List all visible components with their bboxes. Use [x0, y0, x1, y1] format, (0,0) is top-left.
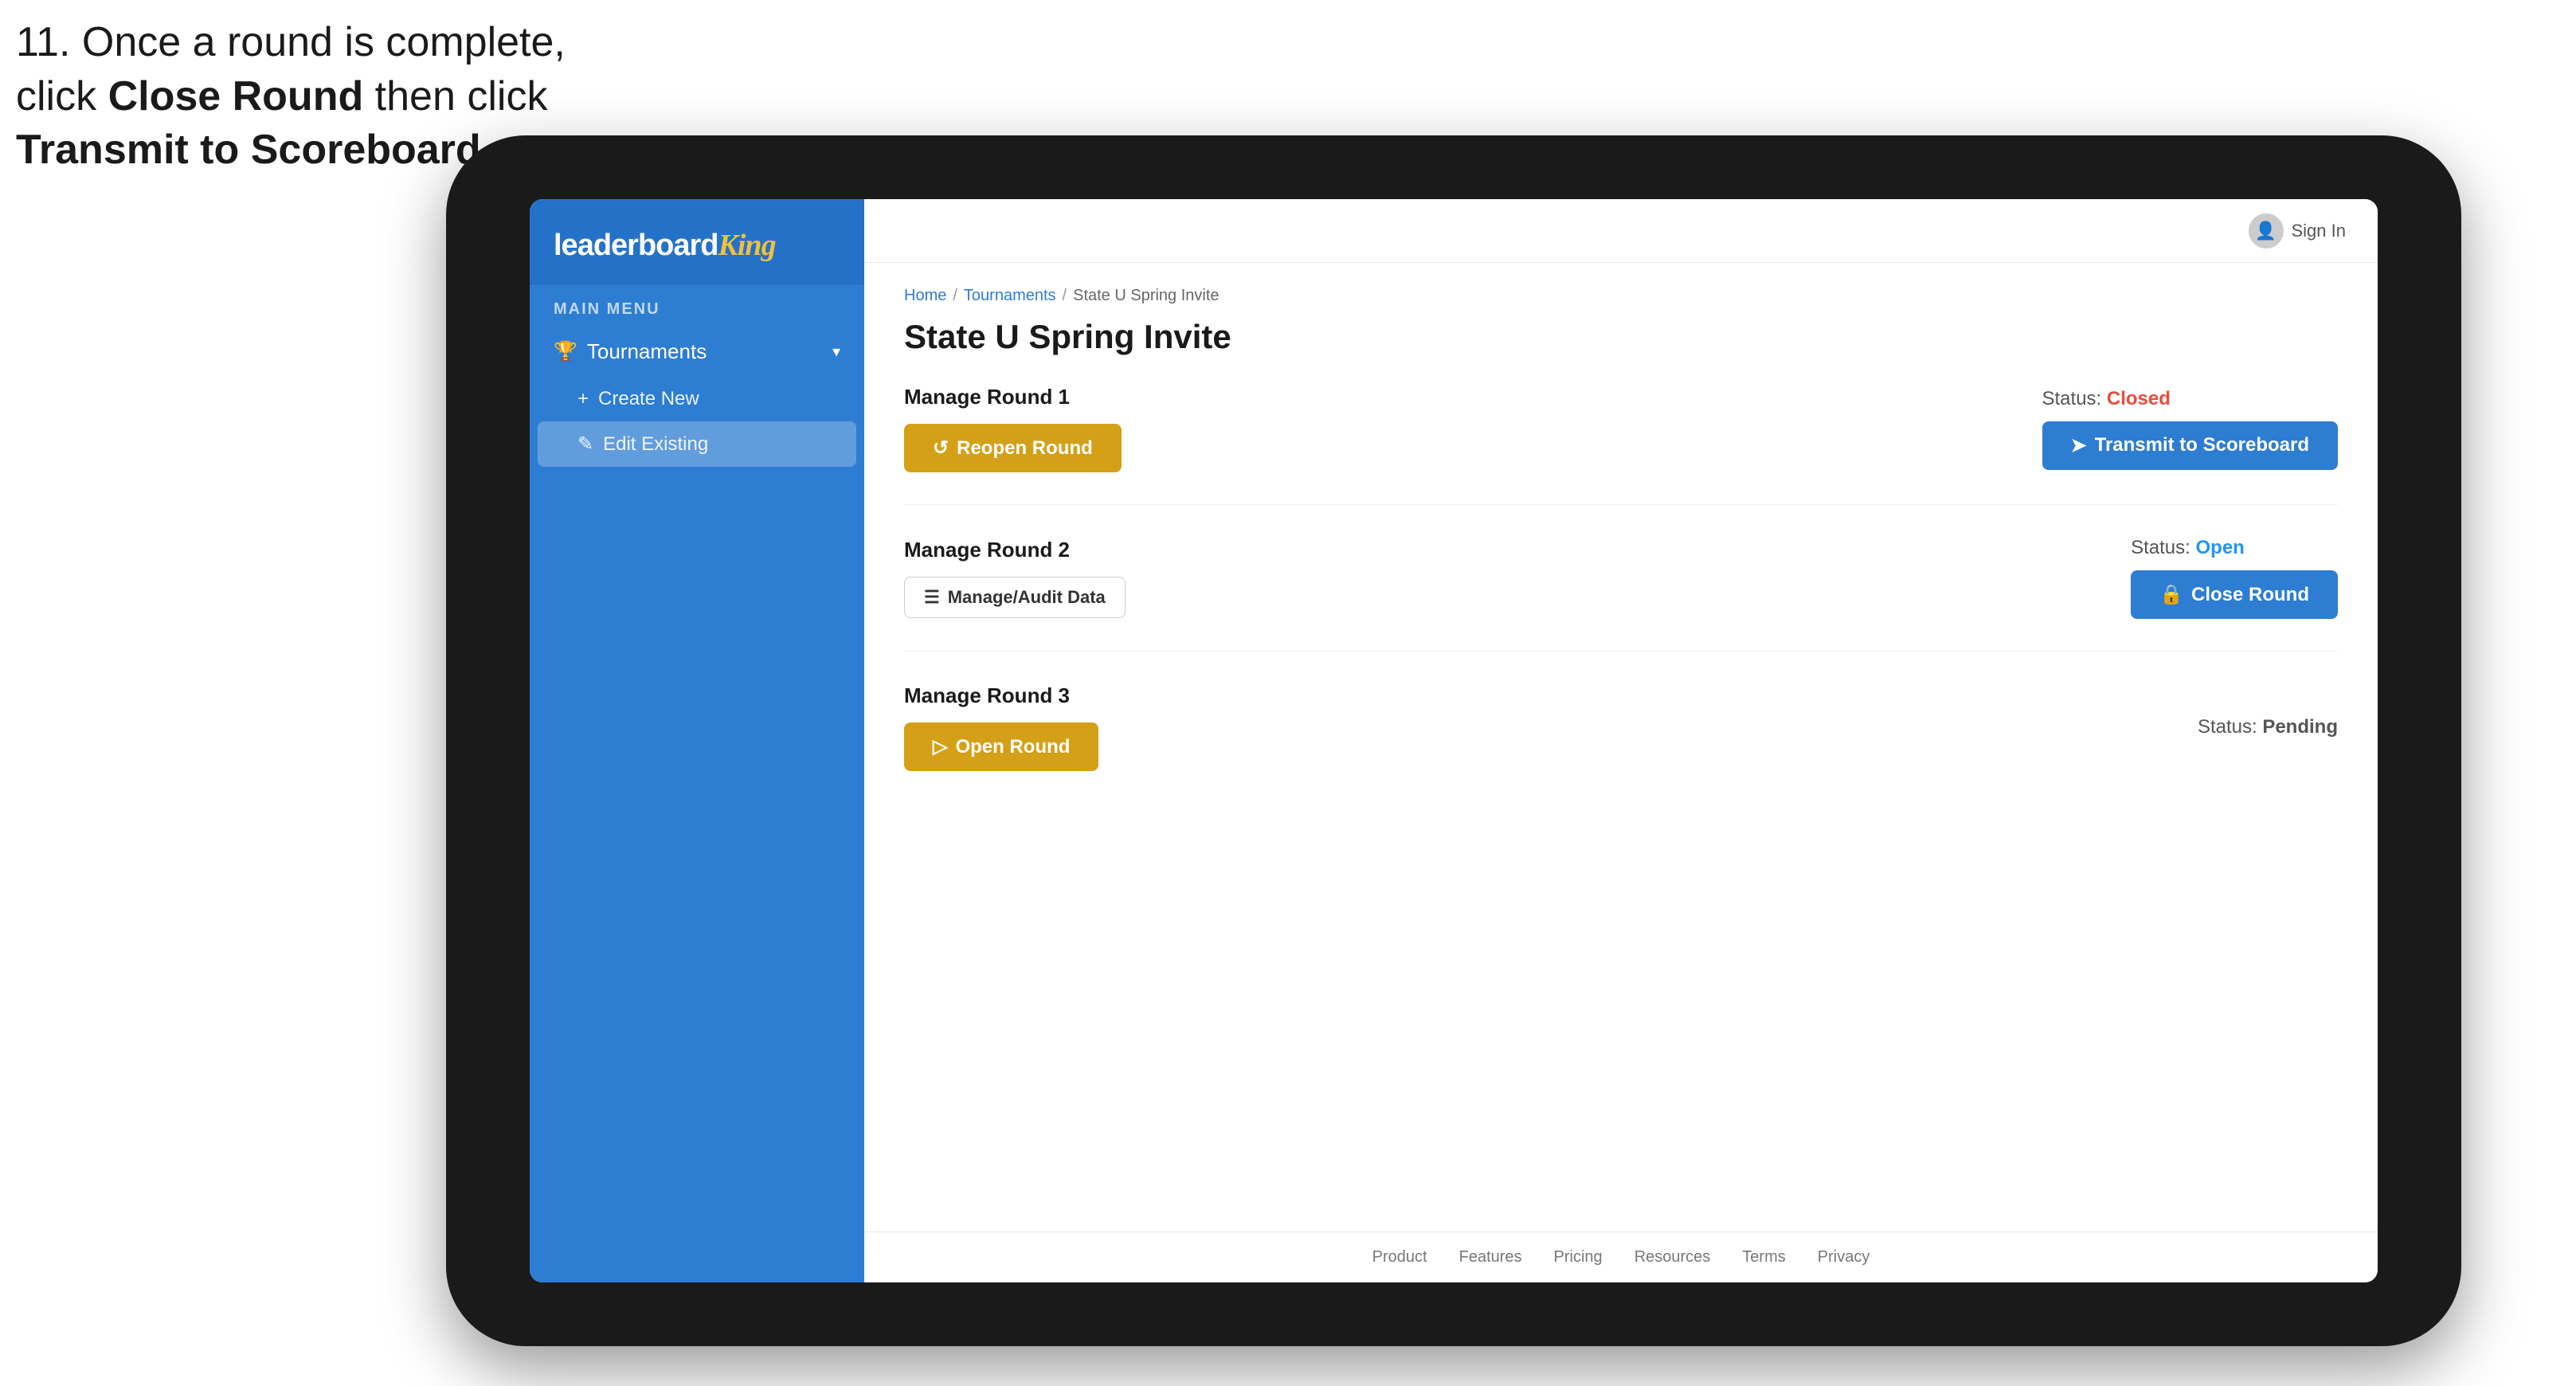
round-3-status: Status: Pending [2198, 716, 2338, 738]
plus-icon: + [577, 388, 589, 410]
round-2-status-label: Status: [2131, 537, 2195, 558]
instruction-line1: 11. Once a round is complete, [16, 19, 566, 65]
round-2-left: Manage Round 2 ☰ Manage/Audit Data [904, 538, 1126, 618]
tablet-frame: leaderboardKing MAIN MENU 🏆 Tournaments … [446, 135, 2461, 1346]
round-2-buttons: ☰ Manage/Audit Data [904, 577, 1126, 618]
round-3-left: Manage Round 3 ▷ Open Round [904, 683, 1098, 771]
round-3-status-label: Status: [2198, 716, 2262, 738]
avatar: 👤 [2249, 213, 2284, 249]
sidebar-sub-create-new[interactable]: + Create New [530, 377, 864, 421]
top-bar: 👤 Sign In [864, 199, 2378, 263]
open-round-button[interactable]: ▷ Open Round [904, 722, 1098, 771]
round-1-section: Manage Round 1 ↺ Reopen Round [904, 385, 2338, 505]
sidebar-sub-edit-existing[interactable]: ✎ Edit Existing [538, 421, 856, 467]
round-1-status-value: Closed [2107, 388, 2171, 409]
sidebar-logo: leaderboardKing [530, 199, 864, 286]
close-round-button[interactable]: 🔒 Close Round [2131, 570, 2338, 619]
round-1-title: Manage Round 1 [904, 385, 1122, 409]
breadcrumb: Home / Tournaments / State U Spring Invi… [904, 287, 2338, 305]
app-container: leaderboardKing MAIN MENU 🏆 Tournaments … [530, 199, 2378, 1282]
sidebar: leaderboardKing MAIN MENU 🏆 Tournaments … [530, 199, 864, 1282]
round-2-title: Manage Round 2 [904, 538, 1126, 562]
round-1-left: Manage Round 1 ↺ Reopen Round [904, 385, 1122, 472]
sign-in-label: Sign In [2292, 221, 2347, 241]
open-round-label: Open Round [955, 736, 1070, 758]
sidebar-item-tournaments[interactable]: 🏆 Tournaments ▾ [530, 327, 864, 377]
round-2-right: Status: Open 🔒 Close Round [2131, 537, 2338, 619]
round-1-buttons: ↺ Reopen Round [904, 424, 1122, 472]
create-new-label: Create New [598, 388, 699, 410]
footer-pricing[interactable]: Pricing [1554, 1248, 1603, 1267]
round-2-status: Status: Open [2131, 537, 2338, 559]
instruction-line2: click [16, 73, 108, 119]
logo-king: King [718, 229, 776, 262]
transmit-icon: ➤ [2071, 434, 2087, 457]
tablet-screen: leaderboardKing MAIN MENU 🏆 Tournaments … [530, 199, 2378, 1282]
round-1-right: Status: Closed ➤ Transmit to Scoreboard [2042, 388, 2339, 470]
footer-terms[interactable]: Terms [1742, 1248, 1785, 1267]
footer-resources[interactable]: Resources [1634, 1248, 1711, 1267]
instruction-line3: then click [363, 73, 547, 119]
trophy-icon: 🏆 [554, 340, 577, 363]
breadcrumb-tournaments[interactable]: Tournaments [964, 287, 1056, 305]
footer-features[interactable]: Features [1459, 1248, 1522, 1267]
round-3-section: Manage Round 3 ▷ Open Round [904, 683, 2338, 803]
round-3-status-value: Pending [2262, 716, 2338, 738]
round-3-title: Manage Round 3 [904, 683, 1098, 708]
transmit-scoreboard-label: Transmit to Scoreboard [2095, 434, 2309, 456]
content-area: Home / Tournaments / State U Spring Invi… [864, 263, 2378, 1231]
round-2-status-value: Open [2195, 537, 2244, 558]
edit-existing-label: Edit Existing [603, 433, 708, 456]
round-1-status: Status: Closed [2042, 388, 2339, 410]
page-title: State U Spring Invite [904, 318, 2338, 356]
instruction-bold2: Transmit to Scoreboard. [16, 127, 492, 173]
manage-icon: ☰ [924, 587, 940, 608]
round-3-row: Manage Round 3 ▷ Open Round [904, 683, 2338, 771]
tournaments-label: Tournaments [587, 339, 823, 364]
edit-icon: ✎ [577, 433, 593, 456]
round-1-status-label: Status: [2042, 388, 2107, 409]
breadcrumb-current: State U Spring Invite [1073, 287, 1219, 305]
reopen-round-button[interactable]: ↺ Reopen Round [904, 424, 1122, 472]
sign-in-button[interactable]: 👤 Sign In [2249, 213, 2347, 249]
main-content: 👤 Sign In Home / Tournaments / State U S… [864, 199, 2378, 1282]
transmit-scoreboard-button[interactable]: ➤ Transmit to Scoreboard [2042, 421, 2339, 470]
open-icon: ▷ [933, 735, 947, 758]
round-1-row: Manage Round 1 ↺ Reopen Round [904, 385, 2338, 472]
round-3-buttons: ▷ Open Round [904, 722, 1098, 771]
footer-privacy[interactable]: Privacy [1818, 1248, 1870, 1267]
round-3-right: Status: Pending [2198, 716, 2338, 738]
lock-icon: 🔒 [2159, 583, 2183, 606]
logo-text: leaderboardKing [554, 228, 840, 263]
round-2-row: Manage Round 2 ☰ Manage/Audit Data [904, 537, 2338, 619]
menu-label: MAIN MENU [530, 286, 864, 327]
chevron-down-icon: ▾ [832, 342, 840, 362]
instruction-bold1: Close Round [108, 73, 364, 119]
round-2-section: Manage Round 2 ☰ Manage/Audit Data [904, 537, 2338, 652]
reopen-icon: ↺ [933, 437, 949, 460]
close-round-label: Close Round [2191, 584, 2309, 606]
manage-audit-button[interactable]: ☰ Manage/Audit Data [904, 577, 1126, 618]
footer: Product Features Pricing Resources Terms… [864, 1231, 2378, 1282]
footer-product[interactable]: Product [1372, 1248, 1427, 1267]
breadcrumb-home[interactable]: Home [904, 287, 946, 305]
manage-audit-label: Manage/Audit Data [948, 587, 1106, 608]
reopen-round-label: Reopen Round [957, 437, 1093, 460]
logo-leaderboard: leaderboard [554, 229, 718, 262]
